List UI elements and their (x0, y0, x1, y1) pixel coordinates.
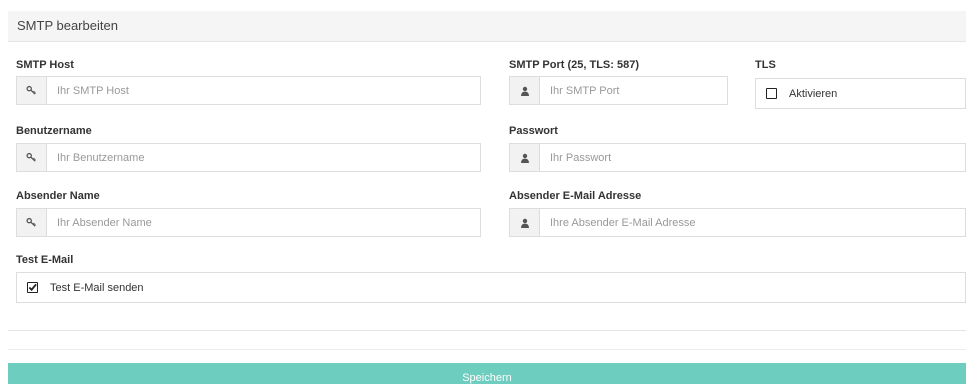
password-label: Passwort (509, 125, 558, 137)
sender-email-label: Absender E-Mail Adresse (509, 190, 642, 202)
tls-label: TLS (755, 59, 776, 71)
save-button[interactable]: Speichern (8, 363, 966, 384)
tls-checkbox-label: Aktivieren (789, 87, 838, 100)
divider (8, 349, 966, 350)
username-label: Benutzername (16, 125, 92, 137)
test-email-label: Test E-Mail (16, 254, 74, 266)
key-icon (17, 209, 47, 236)
panel-title: SMTP bearbeiten (8, 11, 966, 42)
tls-checkbox-row[interactable]: Aktivieren (755, 78, 966, 109)
smtp-port-label: SMTP Port (25, TLS: 587) (509, 59, 639, 71)
user-icon (510, 209, 540, 236)
sender-email-group (509, 208, 966, 237)
user-icon (510, 77, 540, 104)
smtp-port-group (509, 76, 728, 105)
sender-name-label: Absender Name (16, 190, 100, 202)
divider (8, 330, 966, 331)
sender-email-input[interactable] (540, 209, 965, 236)
sender-name-group (16, 208, 481, 237)
smtp-port-input[interactable] (540, 77, 727, 104)
key-icon (17, 77, 47, 104)
password-input[interactable] (540, 144, 965, 171)
key-icon (17, 144, 47, 171)
user-icon (510, 144, 540, 171)
tls-checkbox[interactable] (766, 88, 777, 99)
test-email-checkbox-row[interactable]: Test E-Mail senden (16, 272, 966, 303)
test-email-checkbox-label: Test E-Mail senden (50, 281, 144, 294)
sender-name-input[interactable] (47, 209, 480, 236)
test-email-checkbox[interactable] (27, 282, 38, 293)
username-input[interactable] (47, 144, 480, 171)
smtp-host-label: SMTP Host (16, 59, 74, 71)
smtp-host-group (16, 76, 481, 105)
smtp-host-input[interactable] (47, 77, 480, 104)
checkmark-icon (28, 283, 37, 292)
username-group (16, 143, 481, 172)
password-group (509, 143, 966, 172)
